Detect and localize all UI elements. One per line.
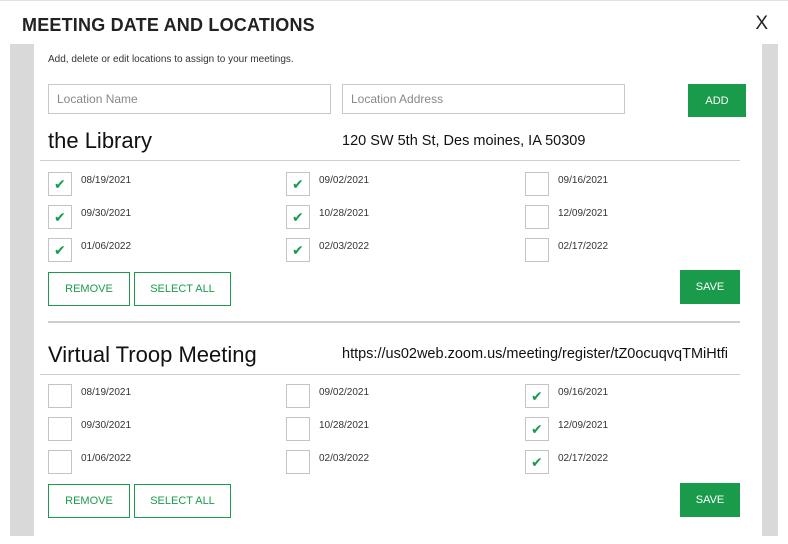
modal-title: MEETING DATE AND LOCATIONS xyxy=(22,15,315,35)
date-option[interactable]: 08/19/2021 xyxy=(48,384,248,410)
instructions-text: Add, delete or edit locations to assign … xyxy=(48,54,294,65)
date-option[interactable]: ✔ 02/03/2022 xyxy=(286,238,486,264)
section-divider xyxy=(48,321,740,323)
date-label: 09/16/2021 xyxy=(558,387,609,398)
location-address-input[interactable] xyxy=(342,84,625,114)
date-option[interactable]: 12/09/2021 xyxy=(525,205,725,231)
remove-button[interactable]: REMOVE xyxy=(48,272,130,306)
date-checkbox[interactable] xyxy=(286,450,310,474)
date-label: 01/06/2022 xyxy=(81,241,132,252)
checkmark-icon: ✔ xyxy=(54,177,66,193)
checkmark-icon: ✔ xyxy=(531,422,543,438)
date-checkbox[interactable]: ✔ xyxy=(286,172,310,196)
date-checkbox[interactable] xyxy=(286,384,310,408)
date-option[interactable]: 01/06/2022 xyxy=(48,450,248,476)
date-checkbox[interactable]: ✔ xyxy=(525,384,549,408)
modal-header: MEETING DATE AND LOCATIONS X xyxy=(0,0,788,44)
date-option[interactable]: 02/03/2022 xyxy=(286,450,486,476)
date-label: 08/19/2021 xyxy=(81,175,132,186)
date-label: 10/28/2021 xyxy=(319,208,370,219)
date-option[interactable]: ✔ 12/09/2021 xyxy=(525,417,725,443)
date-label: 09/02/2021 xyxy=(319,175,370,186)
date-option[interactable]: ✔ 10/28/2021 xyxy=(286,205,486,231)
date-option[interactable]: ✔ 01/06/2022 xyxy=(48,238,248,264)
date-label: 02/17/2022 xyxy=(558,453,609,464)
date-option[interactable]: ✔ 09/02/2021 xyxy=(286,172,486,198)
checkmark-icon: ✔ xyxy=(54,243,66,259)
date-label: 10/28/2021 xyxy=(319,420,370,431)
date-checkbox[interactable]: ✔ xyxy=(525,417,549,441)
location-address: https://us02web.zoom.us/meeting/register… xyxy=(342,346,729,362)
date-option[interactable]: 02/17/2022 xyxy=(525,238,725,264)
select-all-button[interactable]: SELECT ALL xyxy=(134,484,231,518)
add-location-button[interactable]: ADD xyxy=(688,84,746,117)
date-checkbox[interactable] xyxy=(48,450,72,474)
date-option[interactable]: 09/16/2021 xyxy=(525,172,725,198)
select-all-button[interactable]: SELECT ALL xyxy=(134,272,231,306)
date-label: 02/03/2022 xyxy=(319,453,370,464)
date-checkbox[interactable] xyxy=(525,238,549,262)
date-option[interactable]: ✔ 02/17/2022 xyxy=(525,450,725,476)
save-button[interactable]: SAVE xyxy=(680,483,740,517)
location-name-input[interactable] xyxy=(48,84,331,114)
date-option[interactable]: ✔ 08/19/2021 xyxy=(48,172,248,198)
date-label: 09/02/2021 xyxy=(319,387,370,398)
date-checkbox[interactable] xyxy=(48,384,72,408)
date-option[interactable]: 09/02/2021 xyxy=(286,384,486,410)
save-button[interactable]: SAVE xyxy=(680,270,740,304)
date-option[interactable]: 09/30/2021 xyxy=(48,417,248,443)
location-name: Virtual Troop Meeting xyxy=(48,342,257,367)
location-divider xyxy=(40,160,740,161)
date-checkbox[interactable]: ✔ xyxy=(48,172,72,196)
checkmark-icon: ✔ xyxy=(531,455,543,471)
date-checkbox[interactable]: ✔ xyxy=(286,238,310,262)
date-checkbox[interactable]: ✔ xyxy=(48,238,72,262)
date-checkbox[interactable] xyxy=(525,205,549,229)
date-checkbox[interactable] xyxy=(286,417,310,441)
checkmark-icon: ✔ xyxy=(54,210,66,226)
date-label: 09/16/2021 xyxy=(558,175,609,186)
date-label: 09/30/2021 xyxy=(81,420,132,431)
date-checkbox[interactable]: ✔ xyxy=(525,450,549,474)
modal-scroll-area[interactable]: Add, delete or edit locations to assign … xyxy=(10,44,778,536)
date-label: 12/09/2021 xyxy=(558,420,609,431)
date-option[interactable]: ✔ 09/16/2021 xyxy=(525,384,725,410)
remove-button[interactable]: REMOVE xyxy=(48,484,130,518)
location-name: the Library xyxy=(48,128,152,153)
date-option[interactable]: ✔ 09/30/2021 xyxy=(48,205,248,231)
date-checkbox[interactable]: ✔ xyxy=(48,205,72,229)
checkmark-icon: ✔ xyxy=(292,177,304,193)
date-checkbox[interactable]: ✔ xyxy=(286,205,310,229)
close-button[interactable]: X xyxy=(755,13,768,35)
checkmark-icon: ✔ xyxy=(531,389,543,405)
date-label: 02/17/2022 xyxy=(558,241,609,252)
checkmark-icon: ✔ xyxy=(292,243,304,259)
date-checkbox[interactable] xyxy=(525,172,549,196)
date-label: 09/30/2021 xyxy=(81,208,132,219)
modal-content: Add, delete or edit locations to assign … xyxy=(34,44,762,536)
date-option[interactable]: 10/28/2021 xyxy=(286,417,486,443)
date-label: 01/06/2022 xyxy=(81,453,132,464)
date-label: 12/09/2021 xyxy=(558,208,609,219)
checkmark-icon: ✔ xyxy=(292,210,304,226)
location-divider xyxy=(40,374,740,375)
date-checkbox[interactable] xyxy=(48,417,72,441)
date-label: 02/03/2022 xyxy=(319,241,370,252)
location-address: 120 SW 5th St, Des moines, IA 50309 xyxy=(342,133,586,149)
date-label: 08/19/2021 xyxy=(81,387,132,398)
